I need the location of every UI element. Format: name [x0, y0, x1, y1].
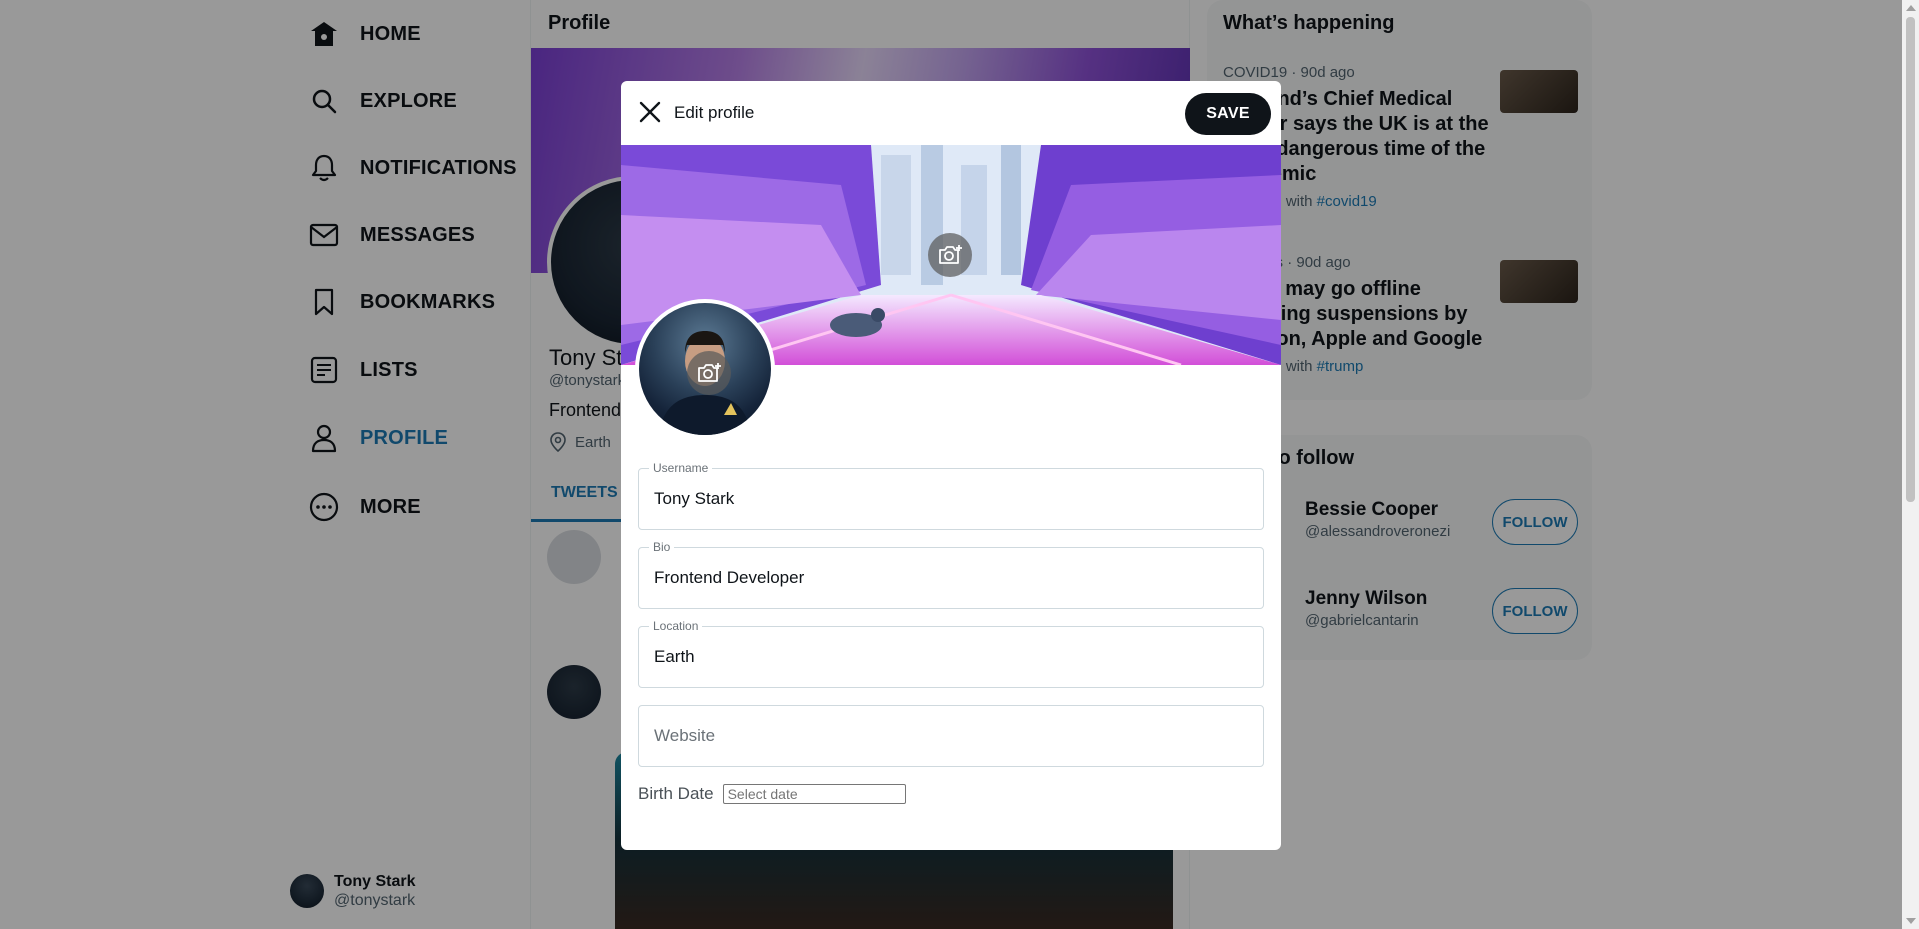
change-avatar-button[interactable]: [687, 351, 731, 395]
website-input[interactable]: [654, 706, 1250, 766]
close-icon: [639, 101, 661, 123]
camera-add-icon: [698, 363, 721, 382]
close-button[interactable]: [635, 97, 665, 127]
username-input[interactable]: [654, 469, 1250, 529]
birth-date-input[interactable]: [722, 784, 906, 804]
scroll-up-arrow[interactable]: [1906, 5, 1916, 11]
profile-photo: [635, 299, 775, 439]
page-scrollbar[interactable]: [1902, 0, 1919, 929]
modal-header: Edit profile SAVE: [621, 81, 1281, 145]
birth-date-label: Birth Date: [638, 784, 714, 803]
birth-date-row: Birth Date: [638, 784, 906, 804]
scroll-thumb[interactable]: [1906, 17, 1915, 502]
location-field: Location: [638, 619, 1264, 688]
location-input[interactable]: [654, 627, 1250, 687]
edit-profile-modal: Edit profile SAVE Username Tony Stark Bi…: [621, 81, 1281, 850]
username-field: Username: [638, 461, 1264, 530]
website-field: [638, 705, 1264, 767]
bio-field: Bio: [638, 540, 1264, 609]
modal-title: Edit profile: [674, 103, 755, 122]
camera-add-icon: [939, 245, 962, 264]
change-banner-button[interactable]: [928, 233, 972, 277]
bio-input[interactable]: [654, 548, 1250, 608]
save-button[interactable]: SAVE: [1185, 93, 1271, 135]
scroll-down-arrow[interactable]: [1906, 918, 1916, 924]
